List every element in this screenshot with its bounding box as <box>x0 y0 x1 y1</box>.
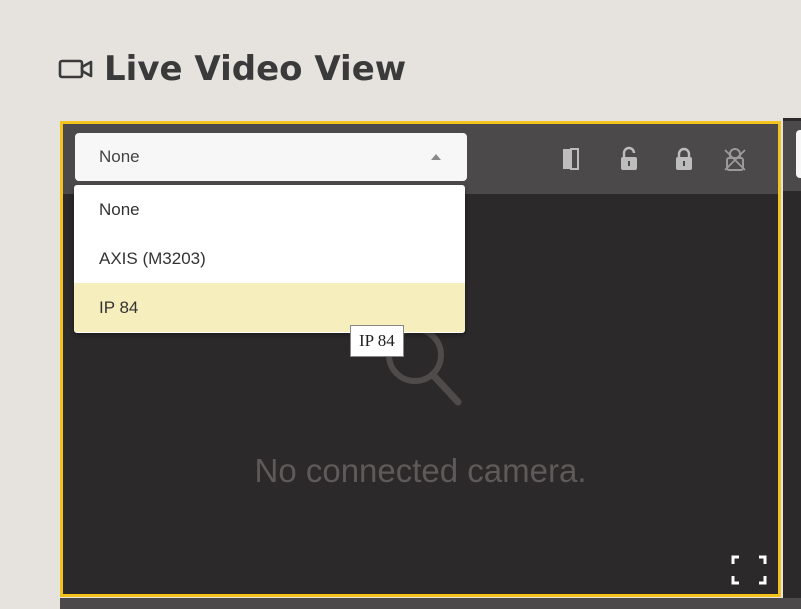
tooltip: IP 84 <box>350 325 404 357</box>
viewer-toolbar: None <box>63 124 778 194</box>
camera-dropdown-menu: None AXIS (M3203) IP 84 <box>74 185 465 333</box>
no-camera-message: No connected camera. <box>254 452 587 489</box>
dropdown-option-ip84[interactable]: IP 84 <box>74 283 465 332</box>
door-icon[interactable] <box>559 146 583 172</box>
lower-viewer-edge <box>60 598 801 609</box>
lockdown-icon[interactable] <box>723 146 747 172</box>
video-camera-icon <box>58 59 93 79</box>
page-title: Live Video View <box>58 44 406 94</box>
lock-icon[interactable] <box>672 146 696 172</box>
dropdown-option-axis[interactable]: AXIS (M3203) <box>74 234 465 283</box>
adjacent-viewer <box>783 118 801 609</box>
adjacent-camera-select[interactable] <box>796 130 801 178</box>
caret-up-icon <box>431 154 441 160</box>
unlock-icon[interactable] <box>617 146 641 172</box>
fullscreen-icon[interactable] <box>731 555 767 585</box>
camera-select[interactable]: None <box>75 133 467 181</box>
dropdown-option-none[interactable]: None <box>74 185 465 234</box>
page-title-text: Live Video View <box>104 49 407 89</box>
camera-select-value: None <box>99 147 140 166</box>
